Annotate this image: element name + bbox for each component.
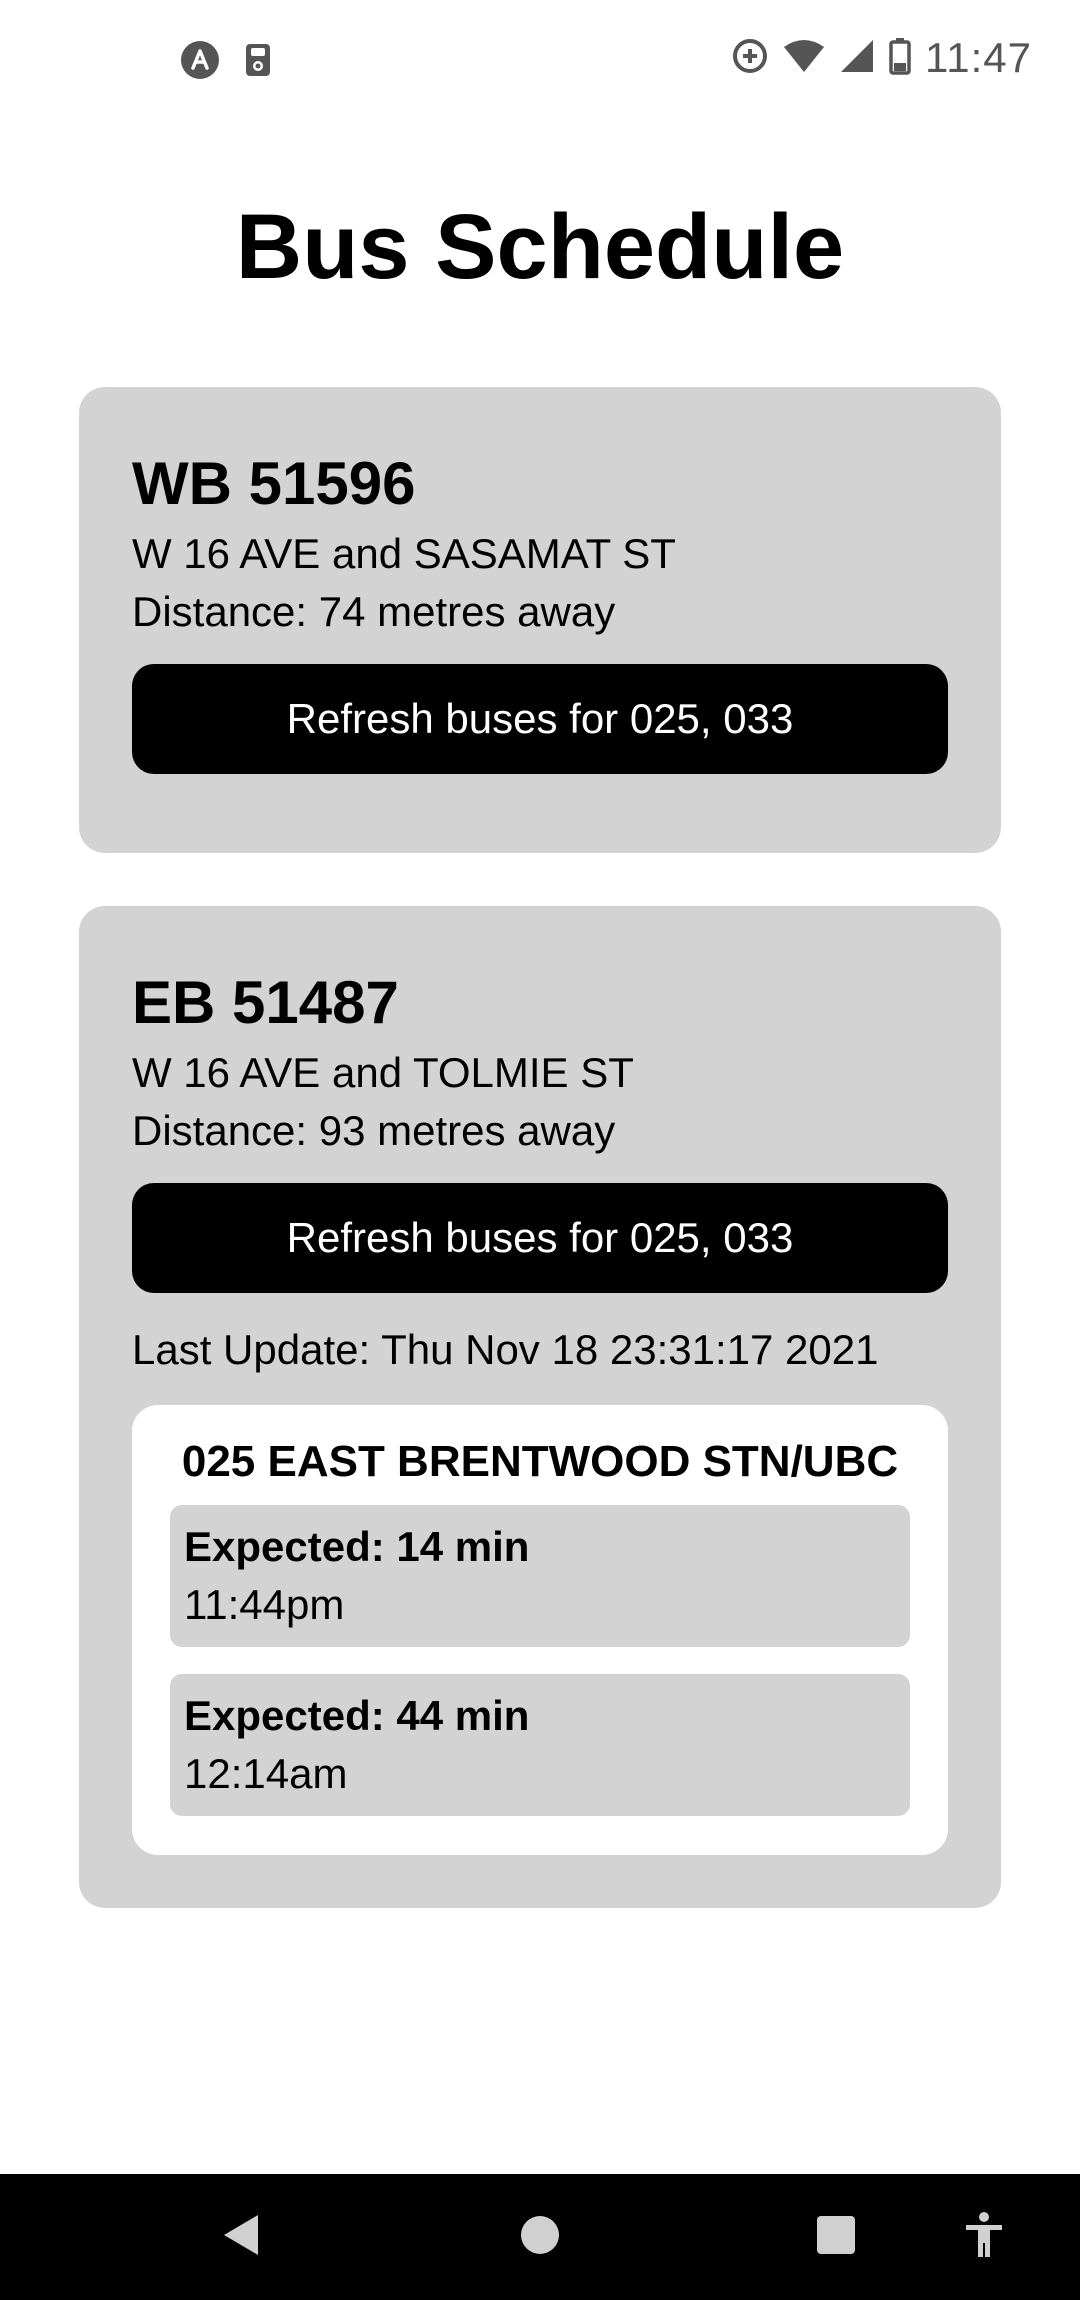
page-title: Bus Schedule (235, 196, 845, 298)
status-bar: 11:47 (0, 0, 1080, 120)
stop-distance: Distance: 93 metres away (132, 1107, 616, 1154)
stop-distance: Distance: 74 metres away (132, 588, 616, 635)
back-icon (220, 2213, 260, 2262)
route-panel: 025 EAST BRENTWOOD STN/UBC Expected: 14 … (132, 1405, 948, 1855)
arrival-expected: Expected: 44 min (184, 1692, 530, 1739)
status-bar-left (180, 40, 272, 85)
status-bar-time: 11:47 (925, 34, 1032, 81)
data-saver-icon (731, 37, 769, 80)
refresh-buses-button[interactable]: Refresh buses for 025, 033 (132, 1183, 948, 1293)
signal-icon (839, 39, 875, 78)
app-icon (180, 40, 220, 85)
stop-code: EB 51487 (132, 969, 399, 1036)
route-title: 025 EAST BRENTWOOD STN/UBC (181, 1437, 899, 1486)
back-button[interactable] (200, 2174, 280, 2300)
last-update-text: Last Update: Thu Nov 18 23:31:17 2021 (132, 1326, 879, 1373)
refresh-buses-button[interactable]: Refresh buses for 025, 033 (132, 664, 948, 774)
home-button[interactable] (500, 2174, 580, 2300)
stop-card: WB 51596 W 16 AVE and SASAMAT ST Distanc… (79, 387, 1001, 853)
arrival-expected: Expected: 14 min (184, 1523, 530, 1570)
arrival-item: Expected: 14 min 11:44pm (170, 1505, 910, 1647)
recents-button[interactable] (796, 2174, 876, 2300)
stop-name: W 16 AVE and SASAMAT ST (132, 530, 676, 577)
navigation-bar (0, 2174, 1080, 2300)
arrival-time: 11:44pm (184, 1581, 345, 1628)
sd-card-icon (244, 42, 272, 83)
accessibility-icon (964, 2211, 1004, 2264)
stop-card: EB 51487 W 16 AVE and TOLMIE ST Distance… (79, 906, 1001, 1908)
status-bar-right: 11:47 (731, 34, 1032, 82)
recents-icon (816, 2215, 856, 2260)
arrival-time: 12:14am (184, 1750, 348, 1797)
wifi-icon (783, 39, 825, 78)
battery-icon (889, 37, 911, 80)
accessibility-button[interactable] (944, 2174, 1024, 2300)
stop-name: W 16 AVE and TOLMIE ST (132, 1049, 634, 1096)
arrival-item: Expected: 44 min 12:14am (170, 1674, 910, 1816)
stop-code: WB 51596 (132, 450, 416, 517)
home-icon (520, 2215, 560, 2260)
